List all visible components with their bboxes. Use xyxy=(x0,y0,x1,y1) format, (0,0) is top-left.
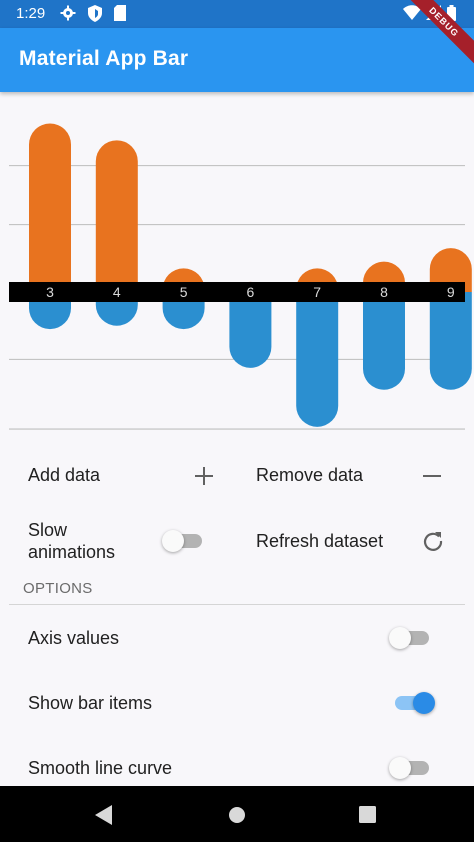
chart-divider xyxy=(9,429,465,430)
slow-animations-label-line1: Slow xyxy=(28,520,68,540)
bar-positive-4 xyxy=(95,140,138,292)
bar-negative-9 xyxy=(429,292,472,390)
slow-animations-label-line2: animations xyxy=(28,542,116,562)
bar-positive-3 xyxy=(29,123,71,292)
remove-data-row[interactable]: Remove data xyxy=(237,451,474,501)
x-tick-label-7: 7 xyxy=(313,284,321,300)
show-bar-items-row[interactable]: Show bar items xyxy=(0,678,474,728)
home-icon[interactable] xyxy=(228,806,246,824)
gear-icon xyxy=(60,5,76,21)
minus-icon[interactable] xyxy=(421,465,443,487)
recents-icon[interactable] xyxy=(359,806,376,823)
show-bar-items-label: Show bar items xyxy=(28,693,153,713)
plus-icon[interactable] xyxy=(193,465,215,487)
status-bar: 1:29 xyxy=(0,0,474,28)
x-tick-label-6: 6 xyxy=(247,284,255,300)
shield-icon xyxy=(88,5,102,22)
add-data-label: Add data xyxy=(28,465,101,485)
slow-animations-switch[interactable] xyxy=(162,527,206,555)
navigation-bar xyxy=(0,786,474,842)
back-icon[interactable] xyxy=(95,805,113,825)
refresh-dataset-row[interactable]: Refresh dataset xyxy=(237,517,474,567)
x-tick-label-5: 5 xyxy=(180,284,188,300)
bar-negative-7 xyxy=(296,292,339,427)
sd-card-icon xyxy=(114,5,126,21)
show-bar-items-switch[interactable] xyxy=(391,689,435,717)
refresh-icon[interactable] xyxy=(421,529,445,553)
app-bar-title: Material App Bar xyxy=(19,47,189,70)
axis-values-switch[interactable] xyxy=(389,624,433,652)
x-tick-label-8: 8 xyxy=(380,284,388,300)
x-tick-label-9: 9 xyxy=(447,284,455,300)
options-divider xyxy=(9,604,465,605)
status-time: 1:29 xyxy=(16,5,46,22)
bar-items-strip xyxy=(9,282,465,302)
axis-values-row[interactable]: Axis values xyxy=(0,613,474,663)
axis-values-label: Axis values xyxy=(28,628,120,648)
smooth-line-curve-switch[interactable] xyxy=(389,754,433,782)
app-bar: Material App Bar xyxy=(0,28,474,92)
bar-negative-6 xyxy=(229,292,272,368)
remove-data-label: Remove data xyxy=(256,465,364,485)
bar-chart: 3 4 5 6 7 8 9 xyxy=(9,123,472,430)
x-tick-label-4: 4 xyxy=(113,284,121,300)
refresh-dataset-label: Refresh dataset xyxy=(256,531,384,551)
smooth-line-curve-label: Smooth line curve xyxy=(28,758,173,778)
options-header: OPTIONS xyxy=(23,580,93,597)
x-tick-label-3: 3 xyxy=(46,284,54,300)
bar-negative-8 xyxy=(363,292,405,390)
